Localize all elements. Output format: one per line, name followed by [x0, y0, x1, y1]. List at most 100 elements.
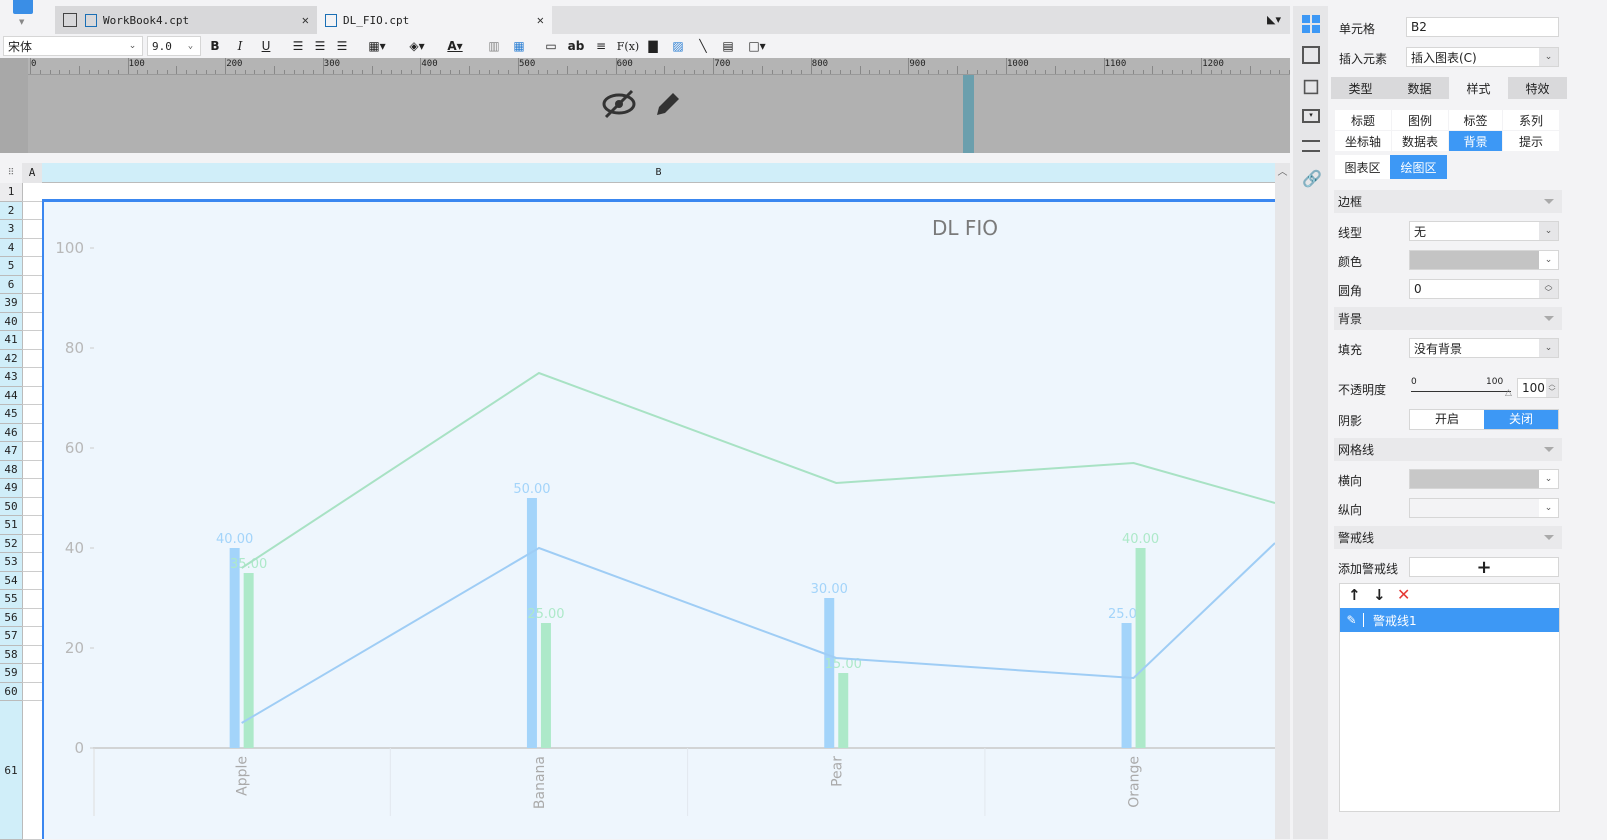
opacity-slider[interactable] [1411, 391, 1511, 392]
row-header[interactable]: 3 [0, 220, 22, 239]
fill-select[interactable]: 没有背景 ⌄ [1409, 338, 1559, 358]
subtab-background[interactable]: 背景 [1449, 131, 1502, 151]
tab-workbook4[interactable]: WorkBook4.cpt ✕ [55, 6, 317, 34]
cell-a[interactable] [22, 627, 42, 646]
subtab-legend[interactable]: 图例 [1392, 110, 1448, 130]
cell-a[interactable] [22, 312, 42, 331]
cell-a[interactable] [22, 294, 42, 313]
crop-frame-icon[interactable] [1303, 79, 1319, 95]
cell-a[interactable] [22, 516, 42, 535]
cell-a[interactable] [22, 257, 42, 276]
cell-a[interactable] [22, 331, 42, 350]
row-header[interactable]: 6 [0, 275, 22, 294]
cell-info-icon[interactable] [1302, 46, 1320, 64]
cell-a[interactable] [22, 275, 42, 294]
cell-a[interactable] [22, 238, 42, 257]
row-header[interactable]: 56 [0, 608, 22, 627]
horizontal-color-picker[interactable]: ⌄ [1409, 469, 1559, 489]
align-center-icon[interactable]: ☰ [312, 37, 328, 55]
edit-pencil-icon[interactable] [653, 89, 683, 122]
row-header[interactable]: 40 [0, 312, 22, 331]
cell-a[interactable] [22, 386, 42, 405]
row-header[interactable]: 50 [0, 497, 22, 516]
section-border[interactable]: 边框 [1334, 190, 1562, 213]
spinner-arrows-icon[interactable]: ︿ ﹀ [1539, 280, 1558, 298]
row-header[interactable]: 45 [0, 405, 22, 424]
app-menu-icon[interactable] [13, 0, 33, 14]
cell-a[interactable] [22, 220, 42, 239]
edit-pencil-icon[interactable]: ✎ [1340, 613, 1364, 627]
align-right-icon[interactable]: ☰ [334, 37, 350, 55]
scroll-up-icon[interactable]: ︿ [1275, 163, 1290, 178]
shadow-on-button[interactable]: 开启 [1410, 410, 1484, 429]
add-alert-button[interactable]: + [1409, 557, 1559, 578]
section-alert-line[interactable]: 警戒线 [1334, 526, 1562, 549]
underline-button[interactable]: U [258, 37, 274, 55]
vertical-scrollbar[interactable]: ︿ [1275, 163, 1290, 839]
row-header[interactable]: 1 [0, 183, 22, 202]
formula-button[interactable]: F(x) [617, 37, 639, 55]
subtab-plot-area[interactable]: 绘图区 [1390, 155, 1447, 179]
row-header[interactable]: 55 [0, 590, 22, 609]
new-sheet-icon[interactable] [63, 13, 77, 27]
select-all-icon[interactable]: ⠿ [0, 163, 22, 183]
row-1-cell[interactable] [42, 183, 1275, 200]
chevron-down-icon[interactable]: ⌄ [1539, 222, 1558, 240]
move-up-icon[interactable]: ↑ [1348, 586, 1361, 604]
row-header[interactable]: 58 [0, 645, 22, 664]
align-left-icon[interactable]: ☰ [290, 37, 306, 55]
cell-a[interactable] [22, 571, 42, 590]
subtab-axis[interactable]: 坐标轴 [1335, 131, 1391, 151]
border-icon[interactable]: ▦▾ [364, 37, 390, 55]
row-header[interactable]: 5 [0, 257, 22, 276]
insert-element-select[interactable]: 插入图表(C) ⌄ [1406, 47, 1559, 67]
cell-a[interactable] [22, 460, 42, 479]
vertical-color-picker[interactable]: ⌄ [1409, 498, 1559, 518]
row-header[interactable]: 41 [0, 331, 22, 350]
close-icon[interactable]: ✕ [302, 13, 309, 27]
row-header[interactable]: 51 [0, 516, 22, 535]
move-down-icon[interactable]: ↓ [1373, 586, 1386, 604]
chevron-down-icon[interactable]: ⌄ [1539, 470, 1558, 488]
row-header[interactable]: 43 [0, 368, 22, 387]
chevron-down-icon[interactable]: ⌄ [1539, 251, 1558, 269]
row-header[interactable]: 49 [0, 479, 22, 498]
hidden-eye-icon[interactable] [602, 89, 636, 126]
font-size-select[interactable]: 9.0 ⌄ [147, 36, 201, 56]
cell-input[interactable]: B2 [1406, 17, 1559, 37]
alert-list-item[interactable]: ✎ 警戒线1 [1340, 608, 1559, 632]
row-header[interactable]: 4 [0, 238, 22, 257]
subtab-title[interactable]: 标题 [1335, 110, 1391, 130]
merge-cells-icon[interactable]: ▥ [486, 37, 502, 55]
row-header[interactable]: 53 [0, 553, 22, 572]
cell-a[interactable] [22, 201, 42, 220]
row-header[interactable]: 2 [0, 201, 22, 220]
close-icon[interactable]: ✕ [537, 13, 544, 27]
chevron-down-icon[interactable]: ⌄ [123, 37, 142, 55]
cell-a[interactable] [22, 479, 42, 498]
link-icon[interactable]: 🔗 [1302, 170, 1322, 188]
paragraph-icon[interactable]: ≡ [593, 37, 609, 55]
layout-icon[interactable] [1302, 140, 1320, 152]
row-header[interactable]: 46 [0, 423, 22, 442]
line-type-select[interactable]: 无 ⌄ [1409, 221, 1559, 241]
cell-properties-icon[interactable] [1302, 15, 1320, 33]
chevron-down-icon[interactable]: ⌄ [1539, 48, 1558, 66]
shadow-off-button[interactable]: 关闭 [1484, 410, 1558, 429]
subtab-datatable[interactable]: 数据表 [1392, 131, 1448, 151]
subreport-icon[interactable]: ▤ [720, 37, 736, 55]
cell-a[interactable] [22, 405, 42, 424]
subtab-chart-area[interactable]: 图表区 [1335, 155, 1390, 179]
cell-a[interactable] [22, 608, 42, 627]
row-header[interactable]: 47 [0, 442, 22, 461]
row-header[interactable]: 54 [0, 571, 22, 590]
tab-style[interactable]: 样式 [1449, 77, 1508, 99]
row-header[interactable]: 59 [0, 664, 22, 683]
tab-menu-icon[interactable]: ◣▾ [1267, 13, 1281, 26]
cell-a[interactable] [22, 664, 42, 683]
section-gridlines[interactable]: 网格线 [1334, 438, 1562, 461]
image-icon[interactable]: ▨ [670, 37, 686, 55]
row-header[interactable]: 57 [0, 627, 22, 646]
chart[interactable]: DL FIO 0 20 40 60 80 100 Apple Banana Pear Orange 4… [41, 199, 1275, 839]
cell-a[interactable] [22, 701, 42, 840]
